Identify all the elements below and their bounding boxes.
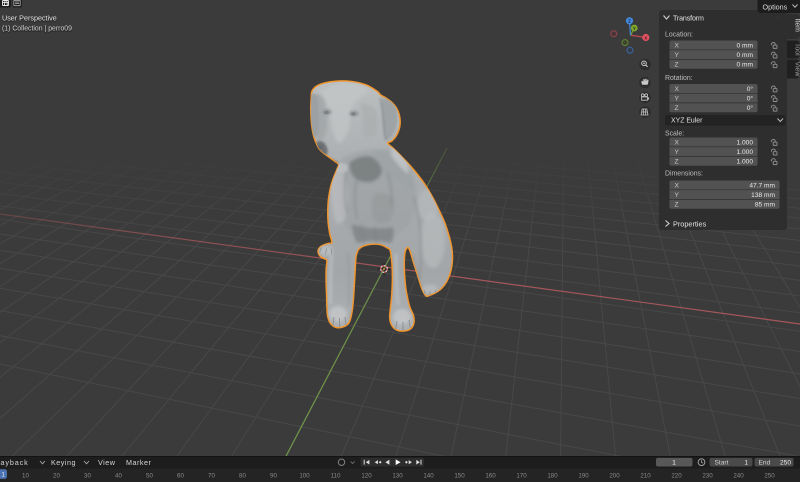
svg-text:View: View xyxy=(794,62,800,77)
svg-text:250: 250 xyxy=(780,460,791,467)
svg-text:X: X xyxy=(675,86,680,93)
svg-text:140: 140 xyxy=(423,472,434,479)
svg-text:Keying: Keying xyxy=(51,458,76,467)
svg-text:ayback: ayback xyxy=(1,458,29,467)
svg-text:1.000: 1.000 xyxy=(736,149,753,156)
svg-text:0°: 0° xyxy=(747,85,754,93)
svg-text:Z: Z xyxy=(675,159,679,166)
svg-text:40: 40 xyxy=(115,472,122,479)
svg-text:Y: Y xyxy=(675,96,680,103)
svg-text:X: X xyxy=(675,183,680,190)
svg-text:Marker: Marker xyxy=(126,458,151,467)
svg-text:Y: Y xyxy=(675,52,680,59)
svg-text:Z: Z xyxy=(628,19,631,24)
svg-text:Options: Options xyxy=(763,2,788,11)
svg-text:(1) Collection | perro09: (1) Collection | perro09 xyxy=(2,26,72,33)
svg-text:180: 180 xyxy=(547,472,558,479)
svg-text:80: 80 xyxy=(239,472,246,479)
svg-text:1.000: 1.000 xyxy=(736,140,753,147)
svg-text:0°: 0° xyxy=(747,95,754,103)
svg-text:0 mm: 0 mm xyxy=(737,52,754,59)
svg-text:Z: Z xyxy=(675,62,679,69)
svg-text:120: 120 xyxy=(361,472,372,479)
svg-text:Rotation:: Rotation: xyxy=(665,75,693,82)
svg-text:0 mm: 0 mm xyxy=(737,43,754,50)
svg-text:100: 100 xyxy=(299,472,310,479)
svg-text:Tool: Tool xyxy=(794,43,800,56)
svg-text:138 mm: 138 mm xyxy=(751,192,775,199)
svg-text:1: 1 xyxy=(1,472,5,479)
svg-text:Item: Item xyxy=(794,19,800,33)
svg-text:90: 90 xyxy=(270,472,277,479)
svg-text:Y: Y xyxy=(675,192,680,199)
svg-text:Properties: Properties xyxy=(673,219,707,228)
svg-text:1: 1 xyxy=(744,460,748,467)
svg-text:View: View xyxy=(98,458,116,467)
svg-text:10: 10 xyxy=(22,472,29,479)
svg-text:XYZ Euler: XYZ Euler xyxy=(671,118,703,125)
svg-text:Y: Y xyxy=(633,26,636,31)
svg-text:85 mm: 85 mm xyxy=(755,202,776,209)
svg-text:20: 20 xyxy=(53,472,60,479)
svg-text:240: 240 xyxy=(733,472,744,479)
svg-text:User Perspective: User Perspective xyxy=(2,14,57,23)
svg-text:170: 170 xyxy=(516,472,527,479)
svg-text:200: 200 xyxy=(609,472,620,479)
svg-text:210: 210 xyxy=(640,472,651,479)
svg-text:250: 250 xyxy=(764,472,775,479)
svg-text:Scale:: Scale: xyxy=(665,131,684,138)
svg-text:::: :: xyxy=(776,16,780,22)
svg-text:190: 190 xyxy=(578,472,589,479)
svg-text:47.7 mm: 47.7 mm xyxy=(749,183,775,190)
svg-text:1.000: 1.000 xyxy=(736,159,753,166)
svg-text:X: X xyxy=(675,140,680,147)
svg-text:60: 60 xyxy=(177,472,184,479)
svg-text:::: :: xyxy=(777,222,781,228)
svg-text:Dimensions:: Dimensions: xyxy=(665,171,703,178)
svg-text:0°: 0° xyxy=(747,104,754,112)
svg-text:Z: Z xyxy=(675,105,679,112)
svg-text:70: 70 xyxy=(208,472,215,479)
svg-text:1: 1 xyxy=(672,460,676,467)
svg-text:Z: Z xyxy=(675,202,679,209)
svg-text:230: 230 xyxy=(702,472,713,479)
svg-text:End: End xyxy=(759,460,771,467)
svg-text:X: X xyxy=(675,43,680,50)
svg-text:30: 30 xyxy=(84,472,91,479)
svg-text:130: 130 xyxy=(392,472,403,479)
svg-text:Transform: Transform xyxy=(673,14,704,22)
svg-text:110: 110 xyxy=(331,472,341,479)
svg-text:220: 220 xyxy=(671,472,682,479)
svg-text:50: 50 xyxy=(146,472,153,479)
svg-text:0 mm: 0 mm xyxy=(737,62,754,69)
svg-text:150: 150 xyxy=(454,472,465,479)
svg-text:Location:: Location: xyxy=(665,32,693,39)
svg-text:160: 160 xyxy=(485,472,496,479)
svg-text:Start: Start xyxy=(715,460,729,467)
svg-text:Y: Y xyxy=(675,149,680,156)
